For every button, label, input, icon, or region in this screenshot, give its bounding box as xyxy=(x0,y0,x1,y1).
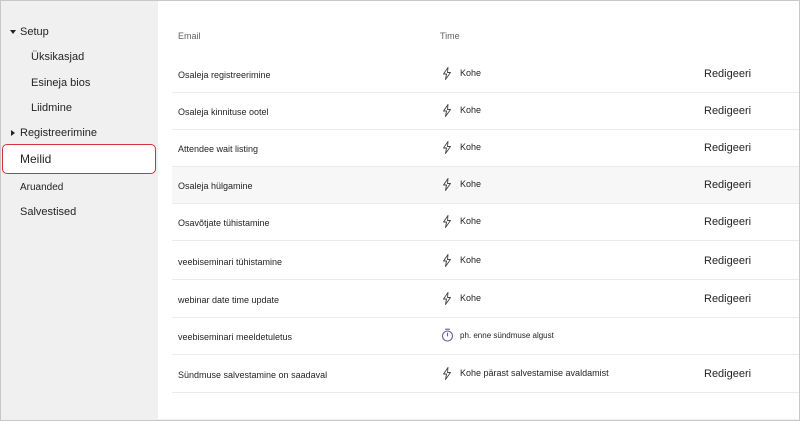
table-row[interactable]: webinar date time update Kohe Redigeeri xyxy=(172,281,799,318)
edit-link[interactable]: Redigeeri xyxy=(704,105,751,117)
time-value: Kohe xyxy=(460,68,482,78)
time-cell: Kohe pärast salvestamise avaldamist xyxy=(440,364,609,382)
lightning-icon xyxy=(440,175,454,193)
sidebar-item-label: Registreerimine xyxy=(20,127,98,139)
sidebar-item-label: Aruanded xyxy=(20,181,64,193)
time-value: Kohe xyxy=(460,293,482,303)
email-name: Attendee wait listing xyxy=(178,144,259,154)
sidebar-item-speaker-bios[interactable]: Esineja bios xyxy=(1,71,158,95)
sidebar-item-label: Meilid xyxy=(20,152,52,166)
caret-right-icon xyxy=(9,129,17,137)
time-value: Kohe xyxy=(460,142,482,152)
email-name: webinar date time update xyxy=(178,295,280,305)
sidebar-item-registration[interactable]: Registreerimine xyxy=(1,121,158,145)
sidebar-item-reports[interactable]: Aruanded xyxy=(1,175,158,199)
edit-link[interactable]: Redigeeri xyxy=(704,68,751,80)
time-cell: Kohe xyxy=(440,101,481,119)
table-row[interactable]: Sündmuse salvestamine on saadaval Kohe p… xyxy=(172,356,799,393)
column-header-email[interactable]: Email xyxy=(178,31,201,41)
email-name: veebiseminari tühistamine xyxy=(178,257,283,267)
emails-panel: Email Time Osaleja registreerimine Kohe … xyxy=(158,1,799,419)
lightning-icon xyxy=(440,289,454,307)
email-name: Osavõtjate tühistamine xyxy=(178,218,270,228)
email-name: Osaleja hülgamine xyxy=(178,181,253,191)
sidebar-item-setup[interactable]: Setup xyxy=(1,20,158,44)
edit-link[interactable]: Redigeeri xyxy=(704,142,751,154)
sidebar-item-label: Liidmine xyxy=(31,102,72,114)
time-cell: Kohe xyxy=(440,175,481,193)
time-value: Kohe xyxy=(460,255,482,265)
table-row[interactable]: veebiseminari tühistamine Kohe Redigeeri xyxy=(172,243,799,280)
time-cell: Kohe xyxy=(440,289,481,307)
table-row[interactable]: Osaleja registreerimine Kohe Redigeeri xyxy=(172,56,799,93)
time-value: ph. enne sündmuse algust xyxy=(460,330,554,340)
sidebar-item-recordings[interactable]: Salvestised xyxy=(1,200,158,224)
table-row[interactable]: Attendee wait listing Kohe Redigeeri xyxy=(172,130,799,167)
column-header-time[interactable]: Time xyxy=(440,31,460,41)
edit-link[interactable]: Redigeeri xyxy=(704,368,751,380)
time-value: Kohe xyxy=(460,216,482,226)
sidebar-item-label: Setup xyxy=(20,26,49,38)
email-name: Osaleja kinnituse ootel xyxy=(178,107,269,117)
time-cell: Kohe xyxy=(440,138,481,156)
email-name: veebiseminari meeldetuletus xyxy=(178,332,293,342)
table-row[interactable]: Osaleja kinnituse ootel Kohe Redigeeri xyxy=(172,93,799,130)
edit-link[interactable]: Redigeeri xyxy=(704,179,751,191)
time-value: Kohe xyxy=(460,179,482,189)
caret-down-icon xyxy=(9,28,17,36)
time-value: Kohe pärast salvestamise avaldamist xyxy=(460,368,609,378)
sidebar-item-branding[interactable]: Liidmine xyxy=(1,96,158,120)
table-row[interactable]: Osavõtjate tühistamine Kohe Redigeeri xyxy=(172,204,799,241)
time-cell: Kohe xyxy=(440,251,481,269)
time-value: Kohe xyxy=(460,105,482,115)
time-cell: Kohe xyxy=(440,212,481,230)
lightning-icon xyxy=(440,251,454,269)
email-name: Osaleja registreerimine xyxy=(178,70,271,80)
time-cell: Kohe xyxy=(440,64,481,82)
timer-icon xyxy=(440,326,454,344)
lightning-icon xyxy=(440,64,454,82)
sidebar-item-label: Salvestised xyxy=(20,206,77,218)
sidebar-item-details[interactable]: Üksikasjad xyxy=(1,45,158,69)
table-row[interactable]: Osaleja hülgamine Kohe Redigeeri xyxy=(172,167,799,204)
sidebar-item-label: Üksikasjad xyxy=(31,51,85,63)
lightning-icon xyxy=(440,138,454,156)
table-row[interactable]: veebiseminari meeldetuletus ph. enne sün… xyxy=(172,318,799,355)
edit-link[interactable]: Redigeeri xyxy=(704,216,751,228)
edit-link[interactable]: Redigeeri xyxy=(704,255,751,267)
lightning-icon xyxy=(440,364,454,382)
sidebar-item-label: Esineja bios xyxy=(31,77,91,89)
lightning-icon xyxy=(440,212,454,230)
email-name: Sündmuse salvestamine on saadaval xyxy=(178,370,328,380)
sidebar-item-emails[interactable]: Meilid xyxy=(2,144,156,174)
time-cell: ph. enne sündmuse algust xyxy=(440,326,554,344)
lightning-icon xyxy=(440,101,454,119)
sidebar: Setup Üksikasjad Esineja bios Liidmine R… xyxy=(1,1,158,420)
edit-link[interactable]: Redigeeri xyxy=(704,293,751,305)
